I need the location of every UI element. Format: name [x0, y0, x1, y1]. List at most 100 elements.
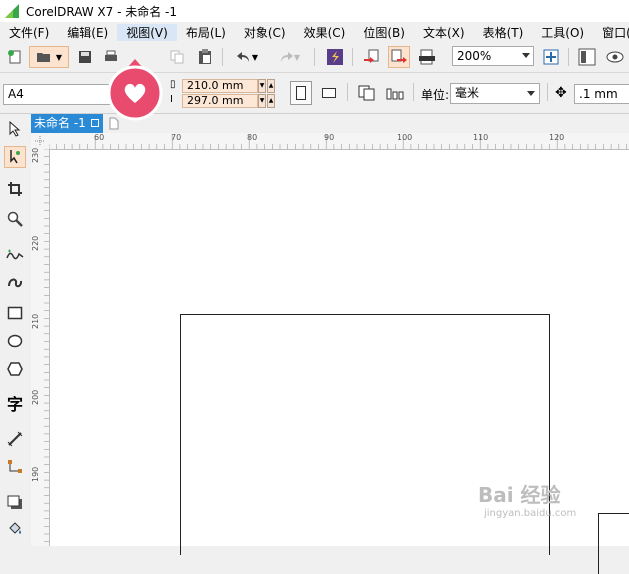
menu-object[interactable]: 对象(C) — [235, 24, 295, 41]
horizontal-ruler-ticks — [48, 135, 627, 149]
chevron-down-icon — [522, 53, 530, 58]
dimension-tool[interactable] — [4, 428, 26, 450]
width-spinner[interactable]: ▼ ▲ — [258, 79, 276, 93]
portrait-button[interactable] — [290, 81, 312, 105]
ellipse-tool[interactable] — [4, 330, 26, 352]
pick-tool[interactable] — [4, 118, 26, 140]
toolbox: 字 — [0, 114, 32, 546]
save-icon — [79, 51, 91, 63]
unit-label: 单位: — [421, 88, 450, 102]
portrait-icon — [296, 86, 306, 100]
undo-icon — [236, 52, 249, 62]
paste-button[interactable] — [194, 46, 216, 68]
zoom-level-select[interactable]: 200% — [452, 46, 534, 66]
show-preview-button[interactable] — [604, 46, 626, 68]
connector-icon — [8, 460, 22, 473]
menu-table[interactable]: 表格(T) — [474, 24, 533, 41]
unit-select[interactable]: 毫米 — [450, 83, 540, 104]
drop-shadow-icon — [7, 495, 22, 509]
spin-down-icon: ▼ — [258, 94, 266, 108]
menu-layout[interactable]: 布局(L) — [177, 24, 235, 41]
height-spinner[interactable]: ▼ ▲ — [258, 94, 276, 108]
chevron-down-icon — [527, 91, 535, 96]
vertical-ruler[interactable]: 230 220 210 200 190 — [31, 148, 50, 546]
save-button[interactable] — [74, 46, 96, 68]
polygon-icon — [7, 362, 23, 376]
ellipse-icon — [7, 334, 23, 348]
text-tool-icon: 字 — [6, 395, 23, 414]
zoom-tool[interactable] — [4, 208, 26, 230]
toolbar-separator — [547, 83, 548, 101]
publish-pdf-button[interactable] — [416, 46, 438, 68]
menu-bar: 文件(F) 编辑(E) 视图(V) 布局(L) 对象(C) 效果(C) 位图(B… — [0, 22, 629, 42]
toolbar-separator — [352, 48, 353, 66]
toolbar-separator — [222, 48, 223, 66]
snap-to-button[interactable] — [576, 46, 598, 68]
search-content-button[interactable] — [324, 46, 346, 68]
menu-tools[interactable]: 工具(O) — [532, 24, 593, 41]
horizontal-ruler[interactable]: 60 70 80 90 100 110 120 — [48, 133, 629, 150]
copy-button[interactable] — [166, 46, 188, 68]
favorite-badge-icon[interactable] — [106, 57, 164, 123]
height-icon: I — [170, 94, 173, 105]
menu-window[interactable]: 窗口(W) — [593, 24, 629, 41]
ruler-label: 90 — [324, 133, 335, 142]
ruler-label: 230 — [31, 147, 40, 163]
paste-icon — [199, 49, 211, 64]
menu-view[interactable]: 视图(V) — [117, 23, 177, 41]
document-tab[interactable]: 未命名 -1 — [31, 114, 103, 133]
menu-edit[interactable]: 编辑(E) — [58, 24, 117, 41]
import-button[interactable] — [360, 46, 382, 68]
landscape-button[interactable] — [318, 81, 340, 105]
ruler-label: 70 — [171, 133, 182, 142]
ruler-label: 110 — [473, 133, 489, 142]
menu-effects[interactable]: 效果(C) — [295, 24, 355, 41]
nudge-distance-field[interactable]: .1 mm — [574, 84, 629, 104]
pointer-icon — [9, 121, 21, 137]
ruler-label: 200 — [31, 389, 40, 405]
freehand-tool[interactable] — [4, 244, 26, 266]
menu-bitmaps[interactable]: 位图(B) — [354, 24, 414, 41]
tab-close-icon[interactable] — [91, 119, 99, 127]
polygon-tool[interactable] — [4, 358, 26, 380]
menu-text[interactable]: 文本(X) — [414, 24, 474, 41]
page-width-field[interactable]: 210.0 mm — [182, 79, 258, 93]
connector-tool[interactable] — [4, 456, 26, 478]
page-height-field[interactable]: 297.0 mm — [182, 94, 258, 108]
page-size-select[interactable]: A4 — [3, 84, 121, 105]
window-title: CorelDRAW X7 - 未命名 -1 — [26, 4, 178, 19]
artistic-media-tool[interactable] — [4, 272, 26, 294]
content-icon — [327, 49, 343, 65]
full-screen-preview-button[interactable] — [540, 46, 562, 68]
chevron-down-icon: ▼ — [55, 52, 63, 62]
zoom-level-value: 200% — [457, 49, 492, 63]
open-button[interactable]: ▼ — [29, 46, 69, 68]
undo-button[interactable]: ▼ — [230, 46, 264, 68]
bucket-icon — [9, 522, 21, 534]
watermark: Bai 经验 jingyan.baidu.com — [478, 479, 618, 524]
new-document-button[interactable] — [4, 46, 26, 68]
redo-button[interactable]: ▼ — [272, 46, 306, 68]
full-screen-icon — [543, 49, 559, 65]
current-page-button[interactable] — [384, 81, 406, 105]
ruler-label: 120 — [549, 133, 565, 142]
menu-file[interactable]: 文件(F) — [0, 24, 58, 41]
all-pages-button[interactable] — [356, 81, 378, 105]
toolbar-separator — [314, 48, 315, 66]
fill-tool[interactable] — [4, 518, 26, 540]
property-bar: A4 ▯ 210.0 mm ▼ ▲ I 297.0 mm ▼ ▲ 单位: 毫米 ✥ … — [0, 73, 629, 114]
export-icon — [391, 49, 407, 63]
freehand-icon — [6, 249, 24, 260]
text-tool[interactable]: 字 — [4, 392, 26, 414]
crop-icon — [8, 182, 22, 196]
nudge-icon: ✥ — [555, 85, 567, 101]
crop-tool[interactable] — [4, 178, 26, 200]
current-page-icon — [386, 88, 404, 100]
shape-tool[interactable] — [4, 146, 26, 168]
drop-shadow-tool[interactable] — [4, 492, 26, 514]
export-button[interactable] — [388, 46, 410, 68]
magnifier-icon — [7, 211, 23, 227]
title-bar: CorelDRAW X7 - 未命名 -1 — [0, 0, 629, 22]
rectangle-tool[interactable] — [4, 302, 26, 324]
shape-icon — [10, 150, 20, 164]
